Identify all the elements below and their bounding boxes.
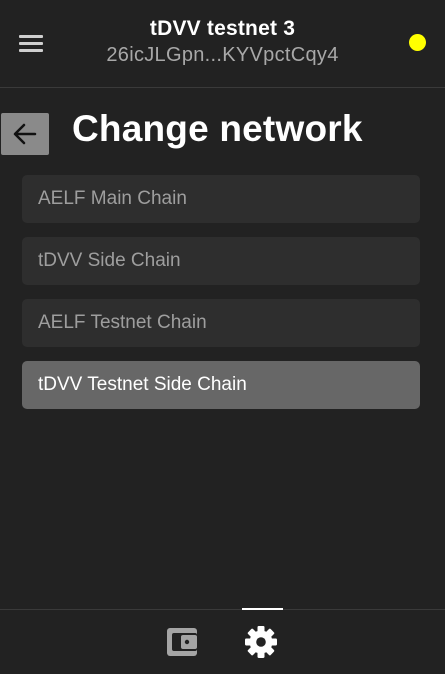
app-header: tDVV testnet 3 26icJLGpn...KYVpctCqy4 [0, 0, 445, 88]
back-button[interactable] [1, 113, 49, 155]
arrow-left-icon [13, 123, 37, 145]
network-item-tdvv-testnet-side-chain[interactable]: tDVV Testnet Side Chain [22, 361, 420, 409]
wallet-name: tDVV testnet 3 [149, 17, 296, 40]
network-status-dot [409, 34, 426, 51]
network-item-aelf-main-chain[interactable]: AELF Main Chain [22, 175, 420, 223]
wallet-icon [167, 628, 197, 656]
network-list: AELF Main Chain tDVV Side Chain AELF Tes… [22, 175, 420, 423]
gear-icon [245, 626, 277, 658]
bottom-nav [0, 608, 445, 674]
page-title: Change network [72, 108, 363, 149]
network-item-aelf-testnet-chain[interactable]: AELF Testnet Chain [22, 299, 420, 347]
active-tab-indicator [242, 608, 283, 610]
wallet-tab[interactable] [162, 622, 202, 662]
settings-tab[interactable] [241, 622, 281, 662]
wallet-address[interactable]: 26icJLGpn...KYVpctCqy4 [0, 44, 445, 67]
network-item-tdvv-side-chain[interactable]: tDVV Side Chain [22, 237, 420, 285]
